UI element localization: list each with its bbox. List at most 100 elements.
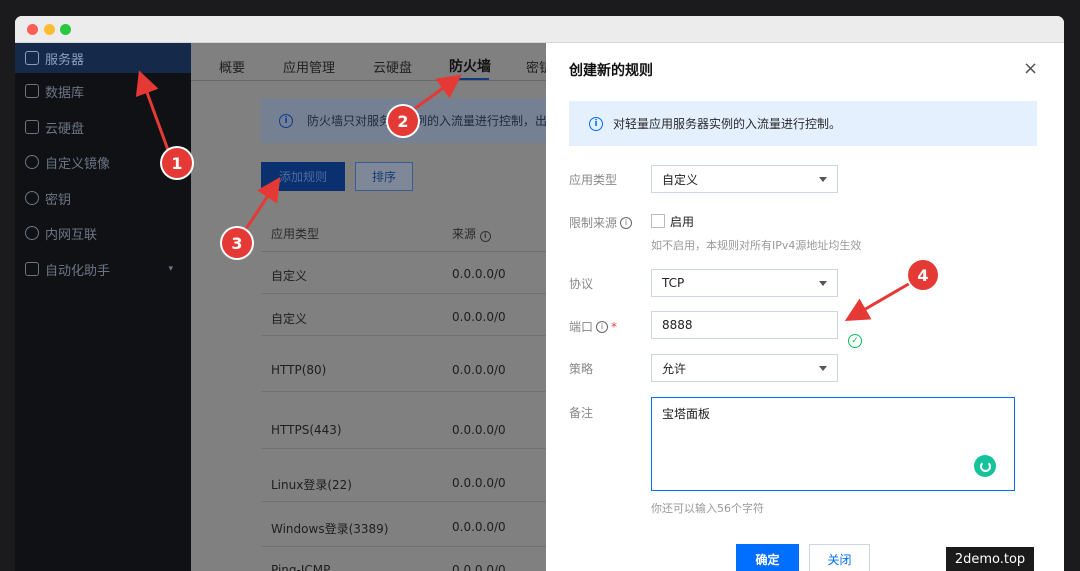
port-input[interactable]: 8888 <box>651 311 838 339</box>
source-hint: 如不启用，本规则对所有IPv4源地址均生效 <box>651 239 862 252</box>
add-rule-button[interactable]: 添加规则 <box>261 162 345 191</box>
dialog-title: 创建新的规则 <box>569 63 653 79</box>
tab-overview[interactable]: 概要 <box>219 57 245 76</box>
disk-icon <box>25 120 39 134</box>
database-icon <box>25 84 39 98</box>
app-type-label: 应用类型 <box>569 173 618 187</box>
confirm-button[interactable]: 确定 <box>736 544 799 571</box>
source-enable-label[interactable]: 启用 <box>670 213 694 230</box>
info-icon[interactable]: i <box>620 216 633 229</box>
app-content: 服务器 数据库 云硬盘 自定义镜像 密钥 内网互联 自动化助手 ▾ 概要 应用管… <box>15 43 1064 571</box>
cell-source: 0.0.0.0/0 <box>452 563 506 571</box>
source-enable-checkbox[interactable] <box>651 214 665 228</box>
cell-type: HTTP(80) <box>271 363 327 377</box>
app-type-value: 自定义 <box>662 172 699 187</box>
remark-hint: 你还可以输入56个字符 <box>651 502 764 515</box>
row-divider <box>261 448 561 449</box>
protocol-select[interactable]: TCP <box>651 269 838 297</box>
cell-type: Linux登录(22) <box>271 478 352 492</box>
sidebar-item-intranet[interactable]: 内网互联 <box>15 218 191 248</box>
app-type-select[interactable]: 自定义 <box>651 165 838 193</box>
tab-firewall[interactable]: 防火墙 <box>449 56 491 76</box>
sidebar-item-automation[interactable]: 自动化助手 ▾ <box>15 254 191 284</box>
dialog-notice-text: 对轻量应用服务器实例的入流量进行控制。 <box>613 117 842 131</box>
caret-down-icon <box>819 177 827 182</box>
annotation-marker-1: 1 <box>162 148 192 178</box>
cell-source: 0.0.0.0/0 <box>452 520 506 534</box>
info-icon: i <box>279 113 293 128</box>
sidebar-item-label: 云硬盘 <box>45 121 85 137</box>
key-icon <box>25 191 39 205</box>
row-divider <box>261 501 561 502</box>
row-divider <box>261 391 561 392</box>
cell-type: Windows登录(3389) <box>271 522 389 536</box>
watermark: 2demo.top <box>946 547 1034 571</box>
cell-type: Ping-ICMP <box>271 563 331 571</box>
cell-type: HTTPS(443) <box>271 423 342 437</box>
firewall-notice-text: 防火墙只对服务器实例的入流量进行控制，出流量默认 <box>307 114 551 128</box>
sidebar-item-label: 内网互联 <box>45 227 98 243</box>
annotation-marker-2: 2 <box>388 106 418 136</box>
cell-source: 0.0.0.0/0 <box>452 476 506 490</box>
cell-source: 0.0.0.0/0 <box>452 423 506 437</box>
sidebar-item-servers[interactable]: 服务器 <box>15 43 191 73</box>
sidebar-item-keys[interactable]: 密钥 <box>15 183 191 213</box>
sidebar-item-label: 密钥 <box>45 192 72 208</box>
protocol-value: TCP <box>662 276 685 290</box>
protocol-label: 协议 <box>569 277 594 291</box>
row-divider <box>261 293 561 294</box>
image-icon <box>25 155 39 169</box>
caret-down-icon <box>819 281 827 286</box>
cell-type: 自定义 <box>271 269 308 283</box>
row-divider <box>261 546 561 547</box>
tab-app-management[interactable]: 应用管理 <box>283 57 335 76</box>
window-titlebar <box>15 16 1064 43</box>
caret-down-icon <box>819 366 827 371</box>
required-mark: * <box>611 319 618 334</box>
dialog-notice: i 对轻量应用服务器实例的入流量进行控制。 <box>569 101 1037 146</box>
sort-button[interactable]: 排序 <box>355 162 413 191</box>
minimize-window-button[interactable] <box>44 24 55 35</box>
annotation-marker-3: 3 <box>222 228 252 258</box>
grammarly-icon[interactable] <box>974 455 996 477</box>
cube-icon <box>25 51 39 65</box>
sidebar: 服务器 数据库 云硬盘 自定义镜像 密钥 内网互联 自动化助手 ▾ <box>15 43 191 571</box>
policy-label: 策略 <box>569 362 594 376</box>
annotation-marker-4: 4 <box>908 260 938 290</box>
source-label: 限制来源 i <box>569 214 633 231</box>
sidebar-item-database[interactable]: 数据库 <box>15 76 191 106</box>
sidebar-item-label: 自动化助手 <box>45 263 111 279</box>
remark-value: 宝塔面板 <box>662 407 711 421</box>
cancel-button[interactable]: 关闭 <box>809 544 870 571</box>
remark-label: 备注 <box>569 406 594 420</box>
column-header-source: 来源 i <box>452 225 491 242</box>
network-icon <box>25 226 39 240</box>
maximize-window-button[interactable] <box>60 24 71 35</box>
table-header-divider <box>261 251 561 252</box>
cell-type: 自定义 <box>271 312 308 326</box>
sidebar-item-disk[interactable]: 云硬盘 <box>15 112 191 142</box>
cell-source: 0.0.0.0/0 <box>452 310 506 324</box>
policy-select[interactable]: 允许 <box>651 354 838 382</box>
port-value: 8888 <box>662 318 693 332</box>
cell-source: 0.0.0.0/0 <box>452 267 506 281</box>
remark-textarea[interactable]: 宝塔面板 <box>651 397 1015 491</box>
row-divider <box>261 335 561 336</box>
close-window-button[interactable] <box>27 24 38 35</box>
port-label: 端口 i * <box>569 319 618 335</box>
robot-icon <box>25 262 39 276</box>
info-icon[interactable]: i <box>596 320 609 333</box>
column-header-type: 应用类型 <box>271 227 320 241</box>
tab-cloud-disk[interactable]: 云硬盘 <box>373 57 412 76</box>
active-tab-indicator <box>439 78 489 80</box>
check-circle-icon: ✓ <box>848 334 862 348</box>
sidebar-item-label: 数据库 <box>45 85 85 101</box>
info-icon[interactable]: i <box>479 230 491 242</box>
info-icon: i <box>589 116 603 131</box>
chevron-down-icon: ▾ <box>168 264 173 274</box>
close-icon[interactable]: × <box>1023 60 1038 78</box>
policy-value: 允许 <box>662 361 687 376</box>
browser-window: 服务器 数据库 云硬盘 自定义镜像 密钥 内网互联 自动化助手 ▾ 概要 应用管… <box>15 16 1064 571</box>
sidebar-item-label: 自定义镜像 <box>45 156 111 172</box>
sidebar-item-label: 服务器 <box>45 52 85 68</box>
